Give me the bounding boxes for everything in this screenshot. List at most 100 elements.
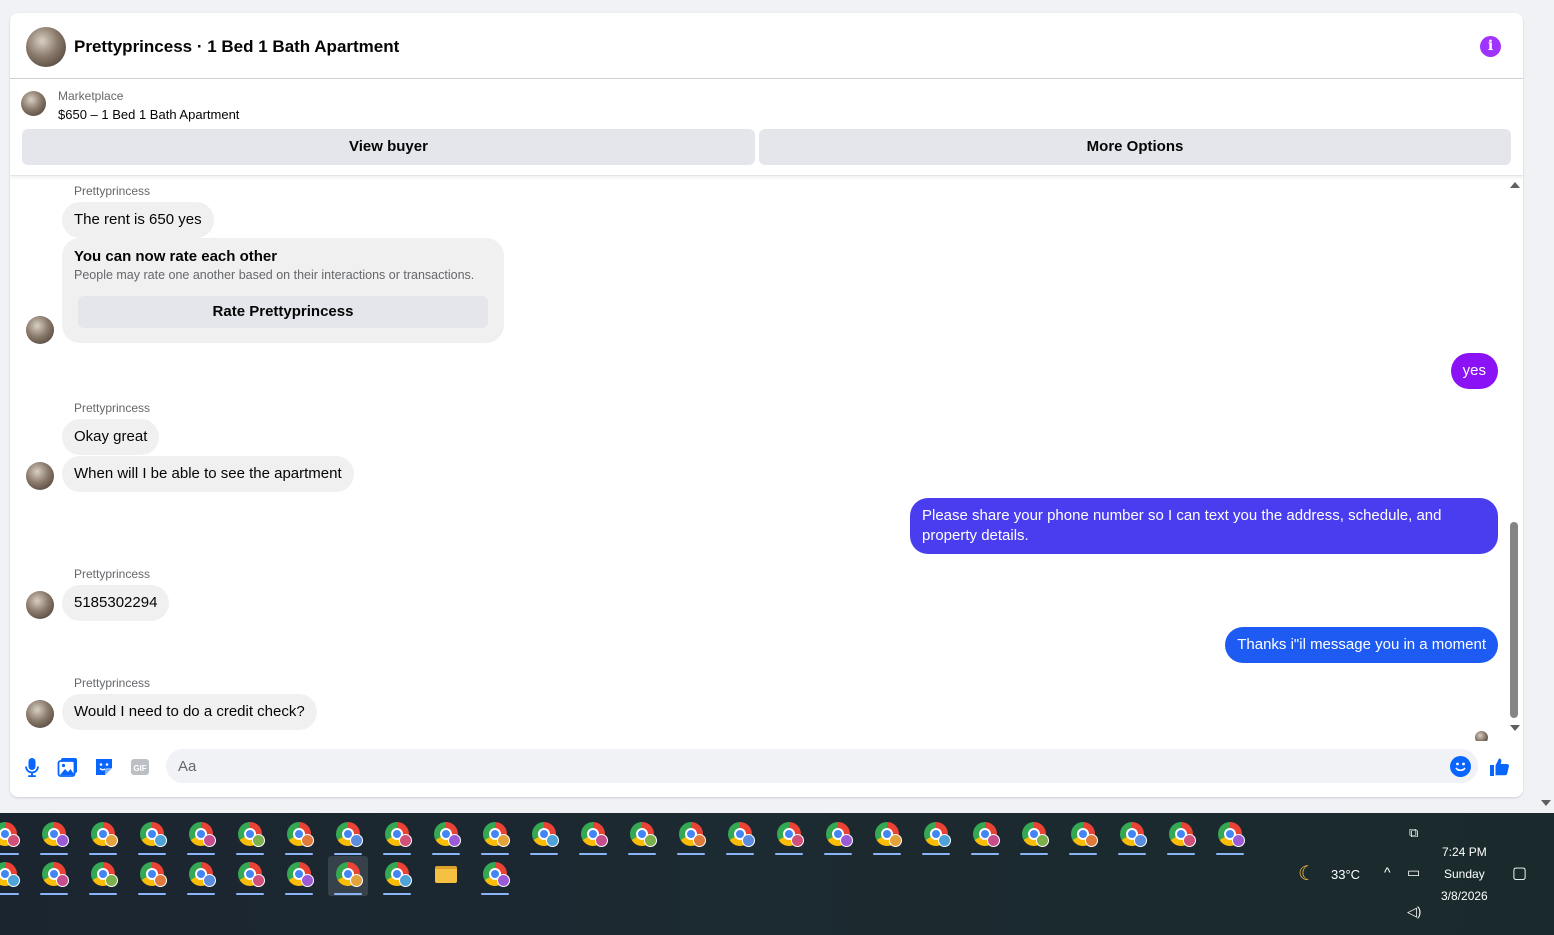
- profile-badge-icon: [840, 834, 853, 847]
- running-indicator: [1020, 853, 1048, 855]
- message-thread[interactable]: Prettyprincess The rent is 650 yes You c…: [10, 176, 1505, 741]
- chrome-profile-taskbar-icon[interactable]: [1112, 816, 1152, 856]
- notifications-icon[interactable]: ▢: [1512, 863, 1527, 883]
- network-icon[interactable]: ▭: [1407, 864, 1420, 881]
- chrome-profile-taskbar-icon[interactable]: [916, 816, 956, 856]
- microphone-icon[interactable]: [20, 755, 44, 779]
- running-indicator: [775, 853, 803, 855]
- meet-now-icon[interactable]: ⧉: [1409, 825, 1418, 841]
- chrome-profile-taskbar-icon[interactable]: [720, 816, 760, 856]
- chrome-profile-taskbar-icon[interactable]: [34, 816, 74, 856]
- clock-time[interactable]: 7:24 PM: [1442, 845, 1487, 859]
- profile-badge-icon: [105, 834, 118, 847]
- chrome-profile-taskbar-icon[interactable]: [671, 816, 711, 856]
- sender-avatar[interactable]: [26, 591, 54, 619]
- message-input[interactable]: [166, 749, 1478, 783]
- rate-button[interactable]: Rate Prettyprincess: [78, 296, 488, 328]
- chevron-up-icon[interactable]: ^: [1384, 864, 1391, 880]
- file-explorer-taskbar-icon[interactable]: [426, 856, 466, 896]
- chrome-profile-taskbar-icon[interactable]: [328, 856, 368, 896]
- sticker-icon[interactable]: [92, 755, 116, 779]
- listing-thumbnail[interactable]: [21, 91, 46, 116]
- profile-badge-icon: [56, 874, 69, 887]
- seen-avatar: [1475, 731, 1488, 741]
- chrome-profile-taskbar-icon[interactable]: [83, 816, 123, 856]
- profile-badge-icon: [987, 834, 1000, 847]
- running-indicator: [1216, 853, 1244, 855]
- chrome-profile-taskbar-icon[interactable]: [377, 856, 417, 896]
- clock-day[interactable]: Sunday: [1444, 867, 1485, 881]
- scroll-down-arrow-icon[interactable]: [1510, 725, 1520, 731]
- view-buyer-button[interactable]: View buyer: [22, 129, 755, 165]
- message-incoming[interactable]: When will I be able to see the apartment: [62, 456, 354, 492]
- running-indicator: [383, 853, 411, 855]
- message-incoming[interactable]: Okay great: [62, 419, 160, 455]
- message-outgoing[interactable]: Thanks i"il message you in a moment: [1225, 627, 1498, 663]
- chrome-profile-taskbar-icon[interactable]: [132, 816, 172, 856]
- chrome-profile-taskbar-icon[interactable]: [181, 856, 221, 896]
- profile-badge-icon: [938, 834, 951, 847]
- contact-avatar[interactable]: [26, 27, 66, 67]
- chrome-profile-taskbar-icon[interactable]: [1161, 816, 1201, 856]
- chrome-profile-taskbar-icon[interactable]: [524, 816, 564, 856]
- profile-badge-icon: [7, 874, 20, 887]
- windows-taskbar: ⧉ ☾ 33°C ^ ▭ ◁) 7:24 PM Sunday 3/8/2026 …: [0, 813, 1554, 935]
- chrome-profile-taskbar-icon[interactable]: [230, 816, 270, 856]
- chrome-profile-taskbar-icon[interactable]: [622, 816, 662, 856]
- message-incoming[interactable]: Would I need to do a credit check?: [62, 694, 317, 730]
- chrome-profile-taskbar-icon[interactable]: [1063, 816, 1103, 856]
- marketplace-listing: Marketplace $650 – 1 Bed 1 Bath Apartmen…: [10, 79, 1523, 176]
- chrome-profile-taskbar-icon[interactable]: [34, 856, 74, 896]
- chrome-profile-taskbar-icon[interactable]: [1210, 816, 1250, 856]
- profile-badge-icon: [56, 834, 69, 847]
- chat-title[interactable]: Prettyprincess · 1 Bed 1 Bath Apartment: [74, 37, 399, 57]
- chrome-profile-taskbar-icon[interactable]: [475, 856, 515, 896]
- running-indicator: [236, 853, 264, 855]
- profile-badge-icon: [497, 874, 510, 887]
- chrome-profile-taskbar-icon[interactable]: [279, 856, 319, 896]
- volume-icon[interactable]: ◁): [1407, 904, 1421, 920]
- running-indicator: [89, 853, 117, 855]
- chrome-profile-taskbar-icon[interactable]: [279, 816, 319, 856]
- chrome-profile-taskbar-icon[interactable]: [132, 856, 172, 896]
- moon-weather-icon[interactable]: ☾: [1298, 861, 1316, 886]
- listing-price-title[interactable]: $650 – 1 Bed 1 Bath Apartment: [58, 107, 239, 122]
- thread-scrollbar[interactable]: [1507, 176, 1521, 741]
- message-incoming[interactable]: The rent is 650 yes: [62, 202, 214, 238]
- chrome-profile-taskbar-icon[interactable]: [475, 816, 515, 856]
- scroll-up-arrow-icon[interactable]: [1510, 182, 1520, 188]
- scrollbar-thumb[interactable]: [1510, 522, 1518, 718]
- chrome-profile-taskbar-icon[interactable]: [0, 816, 25, 856]
- chrome-profile-taskbar-icon[interactable]: [965, 816, 1005, 856]
- emoji-icon[interactable]: [1450, 756, 1471, 777]
- chrome-profile-taskbar-icon[interactable]: [867, 816, 907, 856]
- weather-temperature[interactable]: 33°C: [1331, 867, 1360, 882]
- clock-date[interactable]: 3/8/2026: [1441, 889, 1488, 903]
- thumbs-up-icon[interactable]: [1488, 755, 1512, 779]
- chrome-profile-taskbar-icon[interactable]: [573, 816, 613, 856]
- sender-avatar[interactable]: [26, 462, 54, 490]
- info-icon[interactable]: i: [1480, 36, 1501, 57]
- chat-panel: Prettyprincess · 1 Bed 1 Bath Apartment …: [10, 13, 1523, 797]
- more-options-button[interactable]: More Options: [759, 129, 1511, 165]
- chrome-profile-taskbar-icon[interactable]: [426, 816, 466, 856]
- chrome-profile-taskbar-icon[interactable]: [0, 856, 25, 896]
- chrome-profile-taskbar-icon[interactable]: [83, 856, 123, 896]
- chrome-profile-taskbar-icon[interactable]: [181, 816, 221, 856]
- profile-badge-icon: [1036, 834, 1049, 847]
- sender-avatar[interactable]: [26, 316, 54, 344]
- message-incoming[interactable]: 5185302294: [62, 585, 170, 621]
- sender-avatar[interactable]: [26, 700, 54, 728]
- chrome-profile-taskbar-icon[interactable]: [377, 816, 417, 856]
- chrome-profile-taskbar-icon[interactable]: [1014, 816, 1054, 856]
- photo-icon[interactable]: [56, 755, 80, 779]
- message-outgoing[interactable]: Please share your phone number so I can …: [910, 498, 1498, 554]
- chrome-profile-taskbar-icon[interactable]: [818, 816, 858, 856]
- page-scroll-down-arrow-icon[interactable]: [1541, 800, 1551, 806]
- chrome-profile-taskbar-icon[interactable]: [769, 816, 809, 856]
- running-indicator: [628, 853, 656, 855]
- chrome-profile-taskbar-icon[interactable]: [230, 856, 270, 896]
- chrome-profile-taskbar-icon[interactable]: [328, 816, 368, 856]
- message-outgoing[interactable]: yes: [1450, 353, 1498, 389]
- gif-icon[interactable]: GIF: [128, 755, 152, 779]
